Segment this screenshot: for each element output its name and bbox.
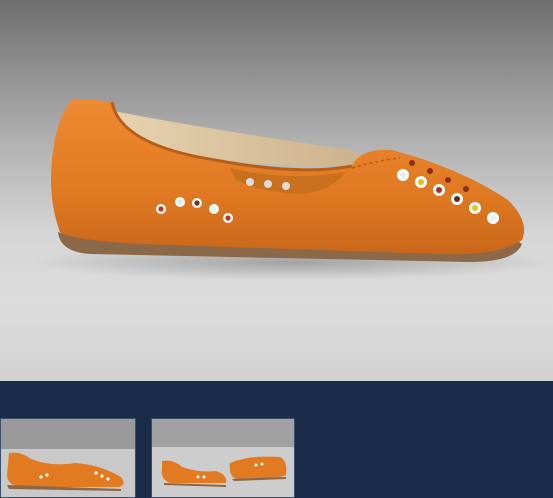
thumbnail-2-image <box>152 419 294 497</box>
thumbnail-1-image <box>1 419 135 497</box>
shoe-illustration <box>30 99 550 280</box>
thumbnail-2[interactable] <box>151 418 295 498</box>
thumbnail-strip <box>0 381 553 498</box>
main-product-image <box>0 0 553 381</box>
thumbnail-1[interactable] <box>0 418 136 498</box>
